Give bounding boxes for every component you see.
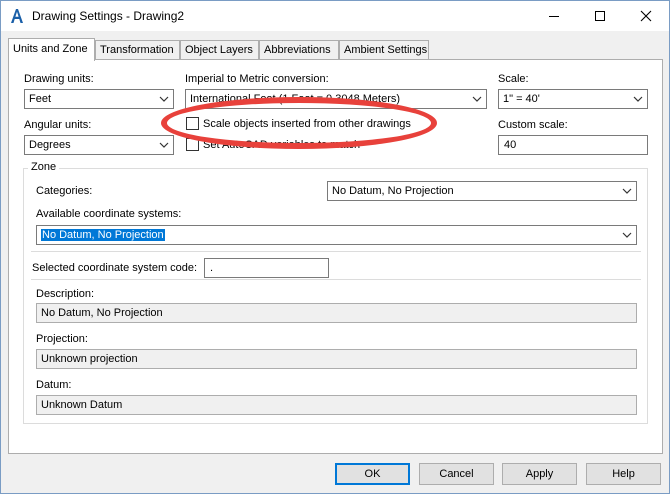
- window-title: Drawing Settings - Drawing2: [32, 9, 185, 23]
- scale-value: 1" = 40': [503, 93, 540, 105]
- drawing-units-label: Drawing units:: [24, 73, 94, 85]
- zone-divider: [31, 251, 641, 252]
- scale-objects-checkbox[interactable]: [186, 117, 199, 130]
- tab-ambient-settings[interactable]: Ambient Settings: [339, 40, 429, 60]
- conversion-select[interactable]: International Foot (1 Foot = 0.3048 Mete…: [185, 89, 487, 109]
- scale-select[interactable]: 1" = 40': [498, 89, 648, 109]
- tab-units-and-zone[interactable]: Units and Zone: [8, 38, 95, 61]
- chevron-down-icon: [633, 96, 643, 102]
- scale-objects-label[interactable]: Scale objects inserted from other drawin…: [203, 118, 411, 130]
- chevron-down-icon: [472, 96, 482, 102]
- tab-object-layers[interactable]: Object Layers: [180, 40, 259, 60]
- description-field: No Datum, No Projection: [36, 303, 637, 323]
- available-systems-label: Available coordinate systems:: [36, 208, 182, 220]
- close-button[interactable]: [623, 1, 669, 31]
- set-variables-label[interactable]: Set AutoCAD variables to match: [203, 139, 360, 151]
- chevron-down-icon: [159, 96, 169, 102]
- apply-button[interactable]: Apply: [502, 463, 577, 485]
- selected-code-input[interactable]: .: [204, 258, 329, 278]
- drawing-units-value: Feet: [29, 93, 52, 105]
- datum-label: Datum:: [36, 379, 72, 391]
- ok-button[interactable]: OK: [335, 463, 410, 485]
- available-systems-value: No Datum, No Projection: [41, 229, 165, 241]
- custom-scale-label: Custom scale:: [498, 119, 568, 131]
- help-button[interactable]: Help: [586, 463, 661, 485]
- custom-scale-input[interactable]: 40: [498, 135, 648, 155]
- cancel-button[interactable]: Cancel: [419, 463, 494, 485]
- title-bar: Drawing Settings - Drawing2: [1, 1, 669, 31]
- categories-select[interactable]: No Datum, No Projection: [327, 181, 637, 201]
- close-icon: [640, 10, 652, 22]
- datum-field: Unknown Datum: [36, 395, 637, 415]
- categories-label: Categories:: [36, 185, 93, 197]
- maximize-button[interactable]: [577, 1, 623, 31]
- drawing-settings-dialog: Drawing Settings - Drawing2 Units and Zo…: [0, 0, 670, 494]
- zone-group: [23, 168, 648, 424]
- tab-transformation[interactable]: Transformation: [95, 40, 180, 60]
- projection-field: Unknown projection: [36, 349, 637, 369]
- angular-units-select[interactable]: Degrees: [24, 135, 174, 155]
- scale-label: Scale:: [498, 73, 529, 85]
- drawing-units-select[interactable]: Feet: [24, 89, 174, 109]
- description-label: Description:: [36, 288, 95, 300]
- tab-abbreviations[interactable]: Abbreviations: [259, 40, 339, 60]
- minimize-icon: [549, 16, 559, 17]
- angular-units-label: Angular units:: [24, 119, 92, 131]
- minimize-button[interactable]: [531, 1, 577, 31]
- selected-code-label: Selected coordinate system code:: [32, 262, 198, 274]
- conversion-label: Imperial to Metric conversion:: [185, 73, 329, 85]
- categories-value: No Datum, No Projection: [332, 185, 454, 197]
- angular-units-value: Degrees: [29, 139, 71, 151]
- set-variables-checkbox[interactable]: [186, 138, 199, 151]
- zone-divider: [31, 279, 641, 280]
- chevron-down-icon: [159, 142, 169, 148]
- conversion-value: International Foot (1 Foot = 0.3048 Mete…: [190, 93, 401, 105]
- maximize-icon: [595, 11, 605, 21]
- chevron-down-icon: [622, 232, 632, 238]
- projection-label: Projection:: [36, 333, 88, 345]
- autocad-a-icon: [9, 8, 25, 24]
- chevron-down-icon: [622, 188, 632, 194]
- available-systems-select[interactable]: No Datum, No Projection: [36, 225, 637, 245]
- zone-group-title: Zone: [28, 161, 60, 173]
